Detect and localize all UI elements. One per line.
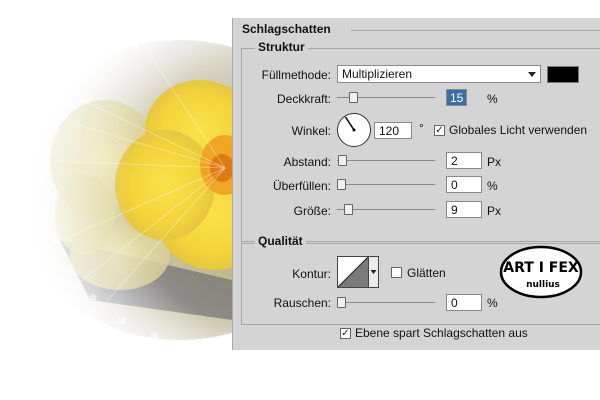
contour-curve-icon xyxy=(337,256,369,288)
noise-input[interactable]: 0 xyxy=(446,294,482,311)
global-light-checkbox[interactable]: ✓ xyxy=(434,125,445,136)
shadow-color-swatch[interactable] xyxy=(547,66,579,83)
svg-text:✻: ✻ xyxy=(80,320,89,333)
spread-input[interactable]: 0 xyxy=(446,176,482,193)
section-title: Schlagschatten xyxy=(239,22,334,36)
size-label: Größe: xyxy=(293,204,331,218)
svg-text:✻: ✻ xyxy=(150,330,159,343)
svg-text:✻: ✻ xyxy=(185,338,194,350)
size-unit: Px xyxy=(487,204,502,218)
angle-input[interactable]: 120 xyxy=(374,122,412,139)
svg-text:✻: ✻ xyxy=(70,78,79,91)
svg-text:✻: ✻ xyxy=(60,90,69,103)
flower-image: ✻ ✻ ✻ ✻ ✻ ✻ ✻ ✻ ✻ ✻ ✻ ✻ ✻ ✻ ✻ ✻ ✻ ✻ xyxy=(0,0,232,350)
spread-slider-thumb[interactable] xyxy=(337,179,346,190)
artifex-logo: ART I FEX nullius xyxy=(499,245,583,299)
svg-text:✻: ✻ xyxy=(88,292,97,305)
opacity-unit: % xyxy=(487,92,498,106)
svg-text:✻: ✻ xyxy=(40,204,49,217)
opacity-input[interactable]: 15 xyxy=(446,89,468,106)
structure-title: Struktur xyxy=(255,40,308,54)
opacity-slider[interactable] xyxy=(337,92,435,104)
spread-unit: % xyxy=(487,179,498,193)
svg-text:✻: ✻ xyxy=(95,52,104,65)
size-input[interactable]: 9 xyxy=(446,201,482,218)
contour-label: Kontur: xyxy=(292,267,331,281)
opacity-label: Deckkraft: xyxy=(276,92,331,106)
distance-label: Abstand: xyxy=(283,155,331,169)
distance-unit: Px xyxy=(487,155,502,169)
svg-text:✻: ✻ xyxy=(52,108,61,121)
distance-slider[interactable] xyxy=(337,155,435,167)
angle-dial-needle-icon xyxy=(344,116,356,132)
svg-text:✻: ✻ xyxy=(35,172,44,185)
antialias-label: Glätten xyxy=(407,266,446,280)
spread-label: Überfüllen: xyxy=(272,179,331,193)
quality-title: Qualität xyxy=(255,234,306,248)
angle-unit: ° xyxy=(419,121,424,135)
global-light-label: Globales Licht verwenden xyxy=(449,123,588,137)
logo-line1: ART I FEX xyxy=(503,260,579,276)
distance-slider-thumb[interactable] xyxy=(338,155,347,166)
noise-slider[interactable] xyxy=(337,297,435,309)
angle-label: Winkel: xyxy=(291,124,331,138)
svg-text:✻: ✻ xyxy=(118,315,127,328)
blend-mode-label: Füllmethode: xyxy=(261,68,331,82)
distance-input[interactable]: 2 xyxy=(446,152,482,169)
size-slider-thumb[interactable] xyxy=(344,204,353,215)
noise-unit: % xyxy=(487,296,498,310)
chevron-down-icon xyxy=(370,270,377,274)
blend-mode-value: Multiplizieren xyxy=(342,67,413,81)
knockout-checkbox[interactable]: ✓ xyxy=(340,328,351,339)
noise-slider-thumb[interactable] xyxy=(337,297,346,308)
svg-text:✻: ✻ xyxy=(165,32,174,45)
blend-mode-select[interactable]: Multiplizieren xyxy=(337,65,541,83)
spread-slider[interactable] xyxy=(337,179,435,191)
svg-text:✻: ✻ xyxy=(50,236,59,249)
svg-text:✻: ✻ xyxy=(48,190,57,203)
section-divider xyxy=(351,30,600,31)
noise-label: Rauschen: xyxy=(273,296,331,310)
contour-dropdown-button[interactable] xyxy=(369,256,379,288)
size-slider[interactable] xyxy=(337,204,435,216)
angle-dial[interactable] xyxy=(337,113,371,147)
svg-text:✻: ✻ xyxy=(130,40,139,53)
svg-text:✻: ✻ xyxy=(200,28,209,41)
opacity-slider-thumb[interactable] xyxy=(349,92,358,103)
antialias-checkbox[interactable] xyxy=(391,267,402,278)
drop-shadow-panel: Schlagschatten Struktur Füllmethode: Mul… xyxy=(232,18,600,350)
knockout-label: Ebene spart Schlagschatten aus xyxy=(355,326,528,340)
contour-preview[interactable] xyxy=(337,256,369,288)
svg-text:✻: ✻ xyxy=(65,266,74,279)
logo-line2: nullius xyxy=(526,280,560,290)
chevron-down-icon xyxy=(528,72,536,77)
svg-text:✻: ✻ xyxy=(40,140,49,153)
